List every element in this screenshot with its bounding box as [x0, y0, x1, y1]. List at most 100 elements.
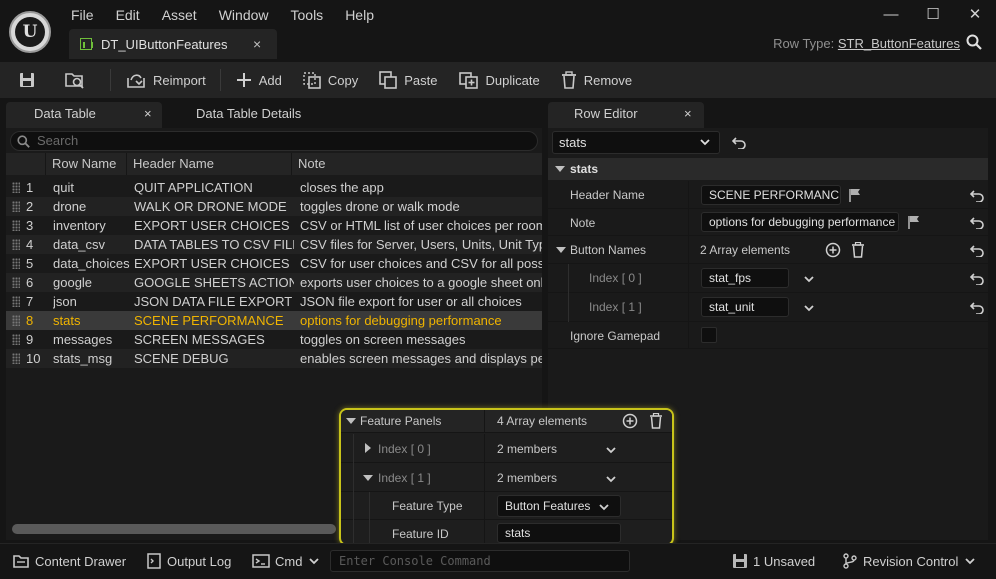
table-row[interactable]: 10 stats_msg SCENE DEBUG enables screen mes… — [6, 349, 542, 368]
tab-data-table-details[interactable]: Data Table Details — [196, 102, 356, 128]
reset-button-names-icon[interactable] — [970, 245, 984, 257]
index-0-field[interactable]: stat_fps — [701, 268, 789, 288]
table-row[interactable]: 2 drone WALK OR DRONE MODE toggles drone or… — [6, 197, 542, 216]
localize-flag-icon[interactable] — [848, 188, 862, 202]
reset-note-icon[interactable] — [970, 217, 984, 229]
duplicate-label: Duplicate — [485, 72, 540, 88]
drag-handle-icon[interactable] — [12, 311, 20, 330]
expand-icon[interactable] — [346, 418, 356, 424]
revision-control-label: Revision Control — [863, 553, 959, 569]
drag-handle-icon[interactable] — [12, 216, 20, 235]
feature-type-dropdown[interactable]: Button Features — [497, 495, 621, 517]
column-divider — [688, 293, 689, 322]
clear-array-icon[interactable] — [851, 242, 865, 258]
search-icon — [17, 135, 30, 148]
table-row[interactable]: 9 messages SCREEN MESSAGES toggles on scree… — [6, 330, 542, 349]
ignore-gamepad-checkbox[interactable] — [701, 327, 717, 343]
tab-row-editor-close-icon[interactable]: × — [684, 102, 692, 126]
header-name-cell: GOOGLE SHEETS ACTIONS — [134, 275, 294, 290]
reset-to-default-icon[interactable] — [732, 137, 746, 149]
drag-handle-icon[interactable] — [12, 273, 20, 292]
browse-button[interactable] — [54, 62, 106, 98]
drag-handle-icon[interactable] — [12, 349, 20, 368]
drag-handle-icon[interactable] — [12, 254, 20, 273]
horizontal-scrollbar[interactable] — [12, 524, 336, 534]
menu-asset[interactable]: Asset — [151, 6, 208, 24]
output-log-button[interactable]: Output Log — [146, 544, 231, 578]
table-row[interactable]: 1 quit QUIT APPLICATION closes the app — [6, 178, 542, 197]
clear-array-icon[interactable] — [649, 413, 663, 429]
header-name-cell: EXPORT USER CHOICES — [134, 218, 290, 233]
tab-data-table[interactable]: Data Table × — [6, 102, 162, 128]
column-header-header-name[interactable]: Header Name — [127, 153, 292, 175]
header-name-cell: EXPORT USER CHOICES — [134, 256, 290, 271]
drag-handle-icon[interactable] — [12, 197, 20, 216]
note-field[interactable]: options for debugging performance — [701, 212, 899, 232]
save-button[interactable] — [0, 62, 54, 98]
chevron-down-icon[interactable] — [605, 444, 617, 456]
index-1-field[interactable]: stat_unit — [701, 297, 789, 317]
document-tab-close-icon[interactable]: × — [253, 36, 277, 52]
copy-button[interactable]: Copy — [292, 62, 368, 98]
localize-flag-icon[interactable] — [907, 215, 921, 229]
chevron-down-icon[interactable] — [605, 473, 617, 485]
column-header-note[interactable]: Note — [292, 153, 542, 175]
document-tab[interactable]: DT_UIButtonFeatures × — [69, 29, 277, 59]
table-row[interactable]: 4 data_csv DATA TABLES TO CSV FILES CSV fil… — [6, 235, 542, 254]
add-element-icon[interactable] — [622, 413, 638, 429]
add-label: Add — [258, 72, 282, 88]
menu-file[interactable]: File — [60, 6, 105, 24]
reimport-button[interactable]: Reimport — [115, 62, 216, 98]
row-type-link[interactable]: STR_ButtonFeatures — [838, 36, 960, 51]
chevron-down-icon[interactable] — [803, 273, 815, 285]
search-icon[interactable] — [966, 34, 982, 50]
unsaved-button[interactable]: 1 Unsaved — [732, 544, 815, 578]
reset-index-1-icon[interactable] — [970, 302, 984, 314]
category-stats[interactable]: stats — [548, 158, 988, 180]
maximize-button[interactable]: ☐ — [912, 0, 954, 30]
row-number: 7 — [26, 294, 34, 309]
trash-icon — [561, 71, 576, 89]
cmd-dropdown[interactable]: Cmd — [252, 544, 325, 578]
chevron-down-icon[interactable] — [803, 302, 815, 314]
add-row-button[interactable]: Add — [225, 62, 292, 98]
menu-tools[interactable]: Tools — [280, 6, 335, 24]
table-row[interactable]: 5 data_choices EXPORT USER CHOICES CSV for … — [6, 254, 542, 273]
tab-row-editor[interactable]: Row Editor × — [548, 102, 704, 128]
add-element-icon[interactable] — [825, 242, 841, 258]
table-row[interactable]: 7 json JSON DATA FILE EXPORT JSON file expo… — [6, 292, 542, 311]
table-header: Row Name Header Name Note — [6, 153, 542, 175]
reset-header-name-icon[interactable] — [970, 190, 984, 202]
drag-handle-icon[interactable] — [12, 292, 20, 311]
unreal-logo-icon[interactable]: U — [9, 11, 51, 53]
drag-handle-icon[interactable] — [12, 178, 20, 197]
menu-help[interactable]: Help — [334, 6, 385, 24]
duplicate-button[interactable]: Duplicate — [448, 62, 550, 98]
close-window-button[interactable]: ✕ — [954, 0, 996, 30]
tab-data-table-close-icon[interactable]: × — [144, 102, 152, 126]
table-row[interactable]: 6 google GOOGLE SHEETS ACTIONS exports user… — [6, 273, 542, 292]
expand-icon[interactable] — [556, 247, 566, 253]
table-row[interactable]: 3 inventory EXPORT USER CHOICES CSV or HTML… — [6, 216, 542, 235]
console-command-input[interactable]: Enter Console Command — [330, 550, 630, 572]
remove-button[interactable]: Remove — [550, 62, 642, 98]
search-input[interactable]: Search — [10, 131, 538, 151]
branch-icon — [843, 553, 857, 569]
drag-handle-icon[interactable] — [12, 235, 20, 254]
table-row[interactable]: 8 stats SCENE PERFORMANCE options for debug… — [6, 311, 542, 330]
menu-window[interactable]: Window — [208, 6, 280, 24]
column-header-row-name[interactable]: Row Name — [46, 153, 127, 175]
content-drawer-button[interactable]: Content Drawer — [12, 544, 126, 578]
paste-button[interactable]: Paste — [368, 62, 447, 98]
reset-index-0-icon[interactable] — [970, 273, 984, 285]
drag-handle-icon[interactable] — [12, 330, 20, 349]
expand-icon[interactable] — [365, 443, 371, 453]
collapse-icon[interactable] — [363, 475, 373, 481]
minimize-button[interactable]: ― — [870, 0, 912, 30]
revision-control-button[interactable]: Revision Control — [842, 544, 981, 578]
header-name-field[interactable]: SCENE PERFORMANCE — [701, 185, 841, 205]
row-selector-dropdown[interactable]: stats — [552, 131, 720, 154]
menu-edit[interactable]: Edit — [105, 6, 151, 24]
index-1-label: Index [ 1 ] — [589, 300, 642, 314]
feature-id-field[interactable]: stats — [497, 523, 621, 543]
